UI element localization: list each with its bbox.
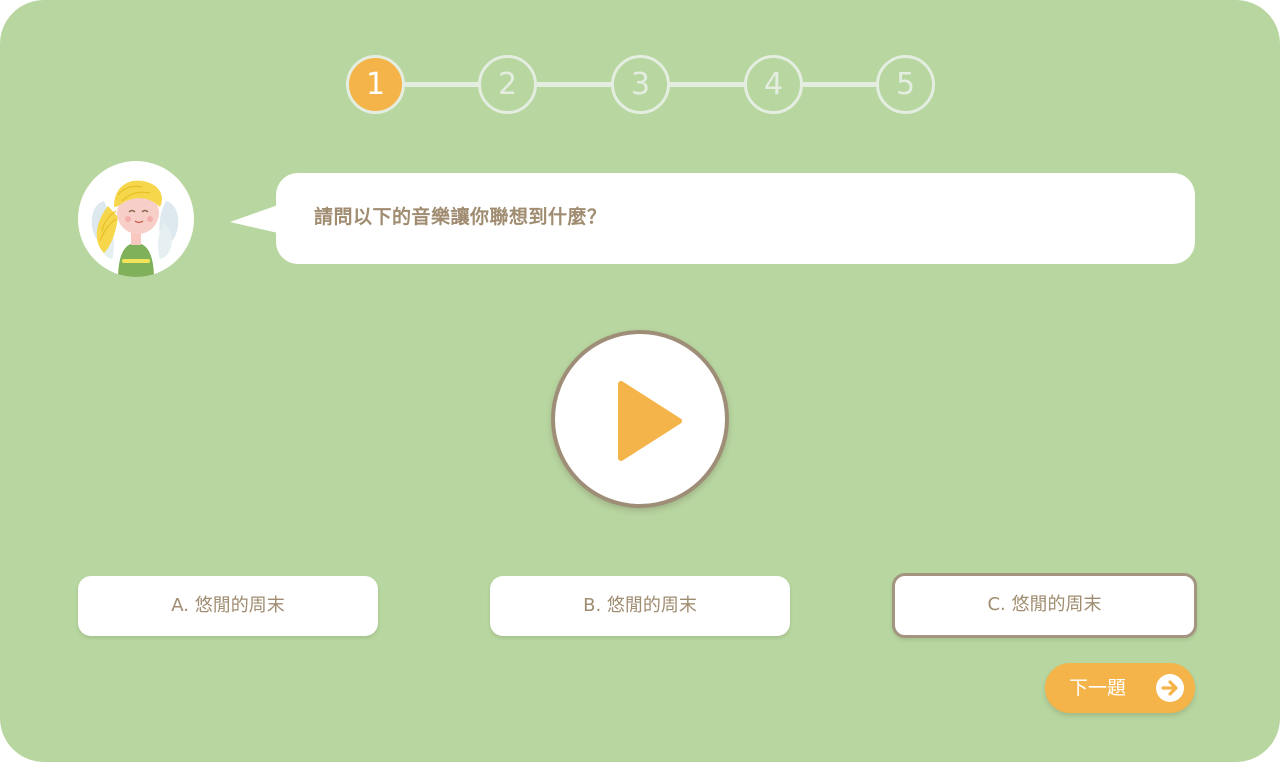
question-text: 請問以下的音樂讓你聯想到什麼？	[314, 206, 607, 228]
step-5: 5	[876, 55, 935, 114]
step-4: 4	[744, 55, 803, 114]
option-a-button[interactable]: A. 悠閒的周末	[78, 576, 378, 636]
step-connector	[405, 82, 481, 87]
step-connector	[670, 82, 746, 87]
step-3: 3	[611, 55, 670, 114]
play-icon	[618, 381, 682, 461]
next-question-button[interactable]: 下一題	[1045, 663, 1195, 713]
next-question-label: 下一題	[1069, 677, 1127, 699]
option-c-button[interactable]: C. 悠閒的周末	[892, 573, 1197, 638]
fairy-illustration	[91, 180, 179, 277]
arrow-right-circle-icon	[1156, 674, 1184, 702]
speech-bubble: 請問以下的音樂讓你聯想到什麼？	[276, 173, 1195, 264]
step-1: 1	[346, 55, 405, 114]
speech-bubble-tail	[230, 205, 278, 233]
option-b-label: B. 悠閒的周末	[583, 595, 697, 616]
step-connector	[537, 82, 613, 87]
option-b-button[interactable]: B. 悠閒的周末	[490, 576, 790, 636]
option-a-label: A. 悠閒的周末	[171, 595, 285, 616]
play-button[interactable]	[551, 330, 729, 508]
progress-stepper: 1 2 3 4 5	[346, 55, 936, 115]
step-connector	[803, 82, 879, 87]
option-c-label: C. 悠閒的周末	[987, 594, 1102, 615]
step-2: 2	[478, 55, 537, 114]
fairy-avatar	[78, 161, 194, 277]
quiz-card: 1 2 3 4 5 請問以下的音樂讓你聯想到什麼？ A. 悠閒的周末 B. 悠閒…	[0, 0, 1280, 762]
